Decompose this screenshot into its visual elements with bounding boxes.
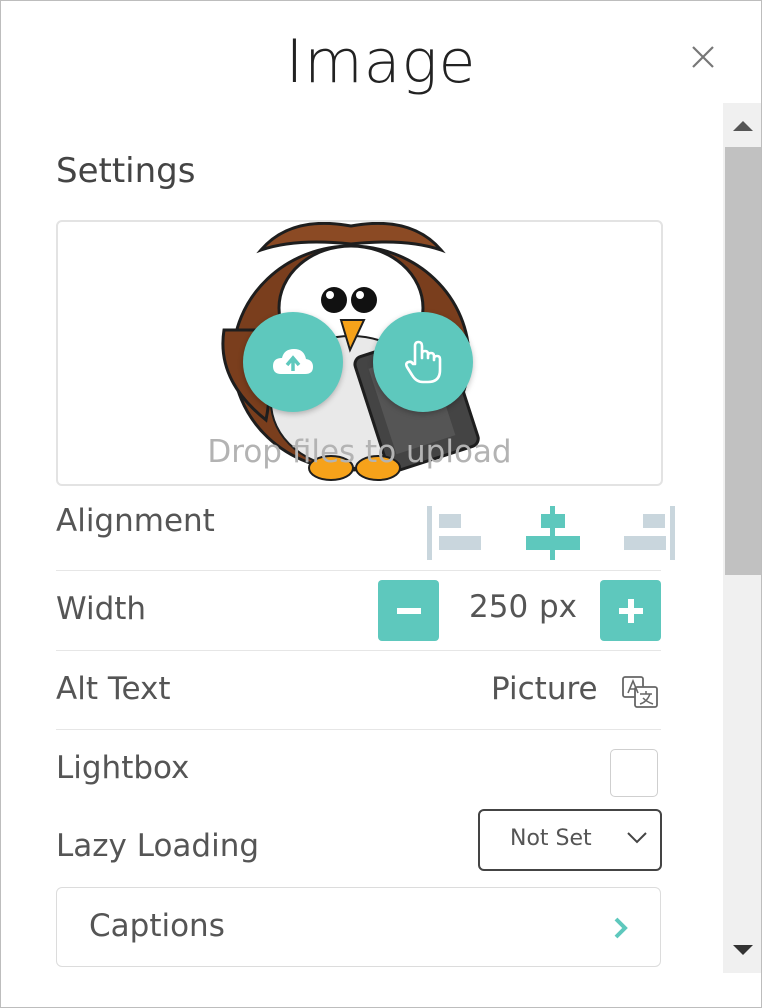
captions-section[interactable]: Captions — [56, 887, 661, 967]
align-center-icon[interactable] — [523, 504, 583, 566]
cloud-upload-icon — [273, 349, 313, 374]
width-label: Width — [56, 591, 147, 627]
settings-heading: Settings — [56, 151, 196, 191]
dropzone-text: Drop files to upload — [207, 434, 512, 470]
upload-button[interactable] — [243, 312, 343, 412]
close-icon[interactable] — [689, 43, 717, 71]
width-unit: px — [539, 589, 578, 625]
select-image-button[interactable] — [373, 312, 473, 412]
scrollbar[interactable] — [723, 103, 761, 973]
minus-icon — [396, 607, 421, 614]
divider — [56, 729, 661, 730]
image-settings-dialog: Image Settings Drop files to upload Alig… — [0, 0, 762, 1008]
scroll-up-arrow-icon[interactable] — [733, 121, 753, 131]
align-right-icon[interactable] — [621, 504, 681, 566]
align-left-icon[interactable] — [425, 504, 485, 566]
plus-icon — [618, 598, 643, 623]
translate-icon[interactable] — [621, 675, 659, 713]
hand-pointer-icon — [404, 340, 442, 384]
alt-text-value[interactable]: Picture — [491, 671, 598, 707]
lazy-loading-value: Not Set — [510, 826, 592, 851]
chevron-down-icon — [627, 832, 647, 844]
chevron-right-icon — [614, 917, 628, 939]
lightbox-checkbox[interactable] — [610, 749, 658, 797]
lazy-loading-select[interactable]: Not Set — [478, 809, 662, 871]
increment-width-button[interactable] — [600, 580, 661, 641]
divider — [56, 650, 661, 651]
width-value[interactable]: 250 — [469, 589, 528, 625]
lightbox-label: Lightbox — [56, 750, 190, 786]
scroll-thumb[interactable] — [725, 147, 761, 575]
alt-text-label: Alt Text — [56, 671, 171, 707]
image-dropzone[interactable]: Drop files to upload — [56, 220, 663, 486]
lazy-loading-label: Lazy Loading — [56, 828, 260, 864]
scroll-down-arrow-icon[interactable] — [733, 945, 753, 955]
alignment-label: Alignment — [56, 503, 215, 539]
dialog-title: Image — [285, 27, 477, 97]
decrement-width-button[interactable] — [378, 580, 439, 641]
divider — [56, 570, 661, 571]
captions-label: Captions — [89, 908, 225, 944]
